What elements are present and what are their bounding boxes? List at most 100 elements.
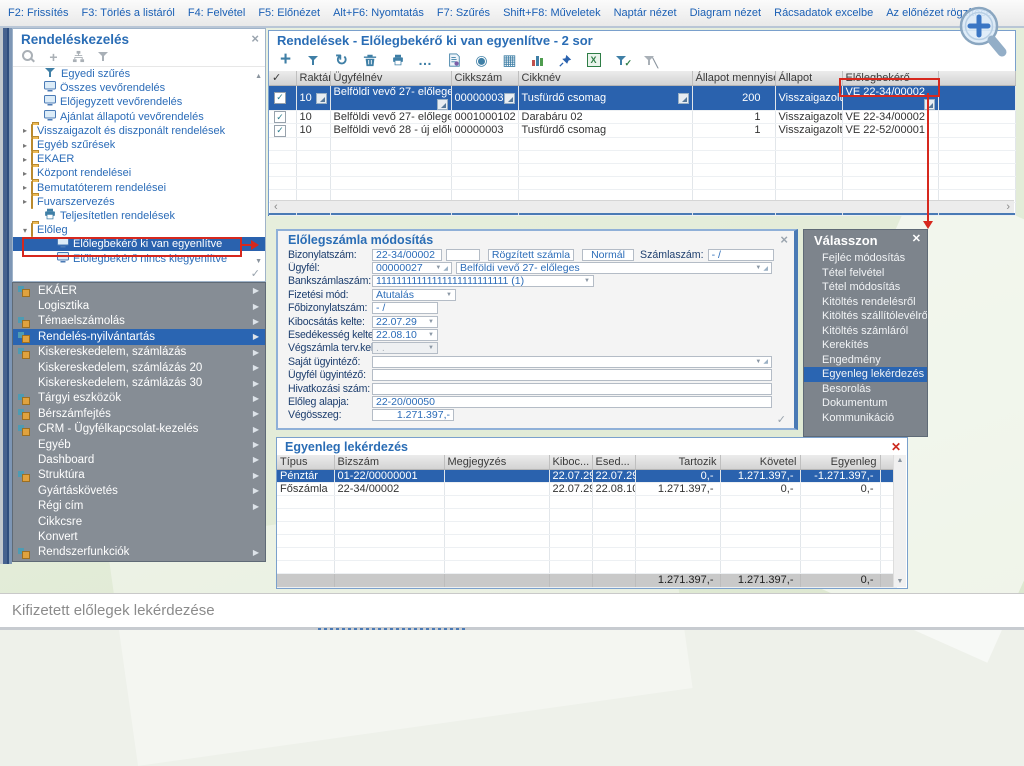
action-item-6[interactable]: Kitöltés számláról [804,324,927,339]
checkbox-checked-icon[interactable]: ✓ [274,92,286,104]
tree-item-2[interactable]: Összes vevőrendelés [13,81,265,95]
combo-field[interactable]: . .▼ [372,342,438,354]
dropdown-arrow-icon[interactable]: ▼ [428,332,434,338]
nav-item-2[interactable]: Logisztika▶ [13,298,265,313]
dropdown-arrow-icon[interactable]: ▼ [435,265,441,271]
text-field[interactable]: Normál [582,249,634,261]
cell[interactable]: 1 [692,110,775,124]
cell-grip-icon[interactable] [924,99,935,110]
cell[interactable]: Visszaigazolt [775,85,842,110]
cell[interactable]: 22.07.29 [549,469,592,482]
tree-item-10[interactable]: ▸Fuvarszervezés [13,195,265,209]
cell[interactable]: 22.07.29 [592,469,635,482]
table-icon[interactable]: ▦ [501,52,518,68]
chart-icon[interactable] [529,52,546,68]
table-row[interactable]: ✓10Belföldi vevő 27- előleges0001000102D… [269,110,1015,124]
filter-clear-icon[interactable]: ╲ [641,52,658,68]
filter-apply-icon[interactable]: ✓ [613,52,630,68]
nav-item-18[interactable]: Rendszerfunkciók▶ [13,545,265,560]
column-header-3[interactable]: Cikkszám [451,71,518,85]
action-item-7[interactable]: Kerekítés [804,338,927,353]
print-icon[interactable] [389,52,406,68]
cell[interactable] [444,482,549,495]
action-item-2[interactable]: Tétel felvétel [804,266,927,281]
search-icon[interactable] [21,49,36,64]
nav-item-6[interactable]: Kiskereskedelem, számlázás 20▶ [13,360,265,375]
cell[interactable]: 0,- [720,482,800,495]
cell[interactable] [938,124,1015,138]
cell[interactable]: 01-22/00000001 [334,469,444,482]
column-header[interactable]: Megjegyzés [444,455,549,469]
menubar-item-9[interactable]: Diagram nézet [690,7,762,19]
nav-item-3[interactable]: Témaelszámolás▶ [13,314,265,329]
combo-field[interactable]: 11111111111111111111111111 (1)▼ [372,275,594,287]
cell[interactable]: 1.271.397,- [635,482,720,495]
expand-icon[interactable]: ▸ [19,155,31,164]
collapse-icon[interactable]: ▾ [19,226,31,235]
nav-item-9[interactable]: Bérszámfejtés▶ [13,406,265,421]
tree-item-8[interactable]: ▸Központ rendelései [13,166,265,180]
close-icon[interactable]: ✕ [912,233,921,248]
report-icon[interactable] [445,52,462,68]
action-item-12[interactable]: Kommunikáció [804,411,927,426]
dropdown-arrow-icon[interactable]: ▼ [755,359,761,365]
cell[interactable]: 00000003 [451,85,518,110]
cell-grip-icon[interactable] [437,99,448,110]
scroll-down-icon[interactable]: ▼ [255,258,262,265]
tree-item-14[interactable]: Előlegbekérő nincs kiegyenlítve [13,251,265,265]
resize-grip-icon[interactable]: ◢ [443,265,448,272]
combo-field[interactable]: Belföldi vevő 27- előleges▼◢ [456,262,772,274]
column-header-5[interactable]: Állapot mennyiség [692,71,775,85]
expand-icon[interactable]: ▸ [19,197,31,206]
action-item-5[interactable]: Kitöltés szállítólevélről [804,309,927,324]
column-header[interactable]: Esed... [592,455,635,469]
pin-icon[interactable] [557,52,574,68]
close-icon[interactable]: × [780,233,788,247]
close-icon[interactable]: × [251,32,259,47]
column-header[interactable]: Kiboc... [549,455,592,469]
excel-icon[interactable]: X [585,52,602,68]
dropdown-arrow-icon[interactable]: ▼ [428,345,434,351]
cell[interactable]: Visszaigazolt [775,124,842,138]
scroll-up-icon[interactable]: ▲ [897,457,904,464]
column-header-4[interactable]: Cikknév [518,71,692,85]
cell-grip-icon[interactable] [678,93,689,104]
expand-icon[interactable]: ▸ [19,141,31,150]
cell[interactable]: VE 22-34/00002 [842,110,938,124]
tree-item-13[interactable]: Előlegbekérő ki van egyenlítve [13,237,265,251]
text-field[interactable]: 22-20/00050 [372,396,772,408]
scroll-down-icon[interactable]: ▼ [897,578,904,585]
cell[interactable]: 200 [692,85,775,110]
cell[interactable]: Főszámla [277,482,334,495]
action-item-clipped[interactable] [804,425,927,437]
table-row[interactable]: Főszámla22-34/0000222.07.2922.08.101.271… [277,482,896,495]
dropdown-arrow-icon[interactable]: ▼ [584,278,590,284]
action-item-4[interactable]: Kitöltés rendelésről [804,295,927,310]
horizontal-scrollbar[interactable]: ‹ › [270,200,1014,213]
action-item-11[interactable]: Dokumentum [804,396,927,411]
cell-grip-icon[interactable] [316,93,327,104]
action-item-8[interactable]: Engedmény [804,353,927,368]
add-icon[interactable]: + [277,52,294,68]
menubar-item-6[interactable]: F7: Szűrés [437,7,490,19]
action-item-9[interactable]: Egyenleg lekérdezés [804,367,927,382]
row-checkbox-cell[interactable]: ✓ [269,124,296,138]
dropdown-arrow-icon[interactable]: ▼ [755,265,761,271]
text-field[interactable] [446,249,480,261]
expand-icon[interactable]: ▸ [19,169,31,178]
cell[interactable] [444,469,549,482]
column-header-1[interactable]: Raktár [296,71,330,85]
cell[interactable]: Tusfürdő csomag [518,124,692,138]
cell[interactable]: Tusfürdő csomag [518,85,692,110]
cell[interactable]: Belföldi vevő 27- előleges [330,85,451,110]
cell[interactable]: VE 22-34/00002 [842,85,938,110]
action-item-10[interactable]: Besorolás [804,382,927,397]
menubar-item-7[interactable]: Shift+F8: Műveletek [503,7,601,19]
tree-item-5[interactable]: ▸Visszaigazolt és diszponált rendelések [13,124,265,138]
refresh-icon[interactable]: ↻ [333,52,350,68]
menubar-item-10[interactable]: Rácsadatok excelbe [774,7,873,19]
nav-item-14[interactable]: Gyártáskövetés▶ [13,483,265,498]
tree-item-12[interactable]: ▾Előleg [13,223,265,237]
view-icon[interactable]: ◉ [473,52,490,68]
checkbox-checked-icon[interactable]: ✓ [274,111,286,123]
